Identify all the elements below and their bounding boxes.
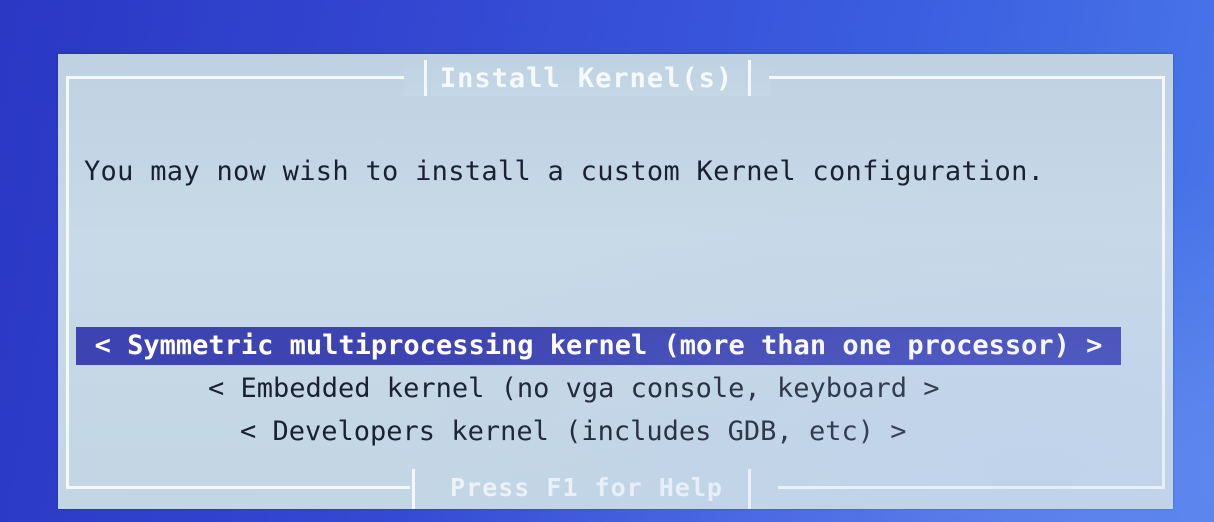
dialog-title: Install Kernel(s) xyxy=(439,62,734,94)
frame-bottom-left-line xyxy=(66,486,410,489)
help-hint: Press F1 for Help xyxy=(450,472,723,502)
kernel-options-list: < Symmetric multiprocessing kernel (more… xyxy=(58,327,1173,456)
option-developers-kernel[interactable]: < Developers kernel (includes GDB, etc) … xyxy=(236,413,910,451)
option-smp-kernel[interactable]: < Symmetric multiprocessing kernel (more… xyxy=(76,327,1121,365)
dialog-title-bar: Install Kernel(s) xyxy=(404,60,769,96)
dialog-message: You may now wish to install a custom Ker… xyxy=(84,156,1045,187)
option-embedded-kernel[interactable]: < Embedded kernel (no vga console, keybo… xyxy=(204,370,944,408)
help-bar: Press F1 for Help xyxy=(404,465,769,509)
install-kernels-dialog: Install Kernel(s) You may now wish to in… xyxy=(58,54,1173,509)
frame-bottom-right-line xyxy=(778,486,1165,489)
